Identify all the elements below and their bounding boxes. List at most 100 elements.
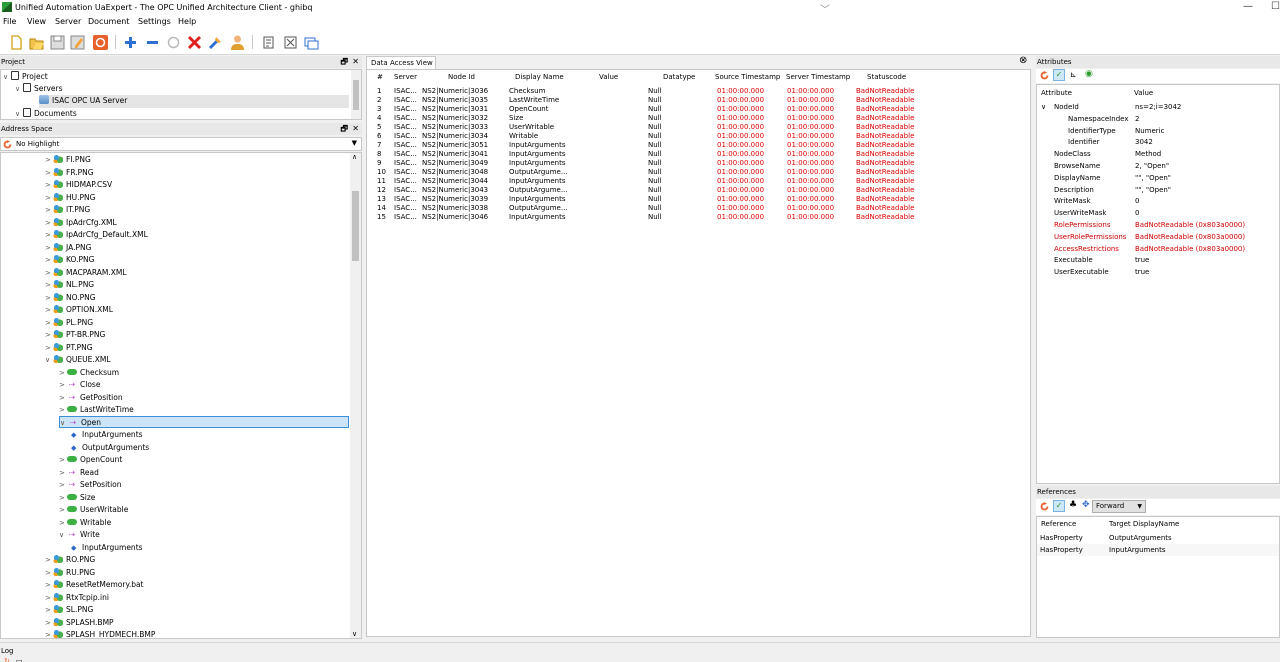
user-icon[interactable]: [229, 34, 246, 51]
refresh-icon[interactable]: ↻: [4, 657, 10, 662]
menu-settings[interactable]: Settings: [138, 17, 171, 26]
tree-item[interactable]: > OPTION.XML: [45, 304, 113, 317]
tree-item[interactable]: > PL.PNG: [45, 316, 93, 330]
collapse-icon[interactable]: ∨: [1041, 101, 1046, 113]
check-icon[interactable]: ✓: [1053, 500, 1065, 512]
refresh-icon[interactable]: [1040, 502, 1049, 511]
float-icon[interactable]: 🗗: [340, 56, 348, 68]
scrollbar-thumb[interactable]: [352, 191, 359, 261]
remove-icon[interactable]: [144, 34, 161, 51]
attribute-row[interactable]: IdentifierType Numeric: [1037, 125, 1279, 137]
close-tab-icon[interactable]: ⊗: [1019, 55, 1027, 66]
attribute-row[interactable]: BrowseName 2, "Open": [1037, 160, 1279, 172]
scroll-down-icon[interactable]: ∨: [352, 630, 357, 638]
tree-item[interactable]: > ⇢ SetPosition: [59, 479, 122, 492]
tree-item[interactable]: > KO.PNG: [45, 254, 94, 267]
expand-icon[interactable]: >: [45, 604, 53, 617]
collapse-icon[interactable]: ∨: [15, 108, 23, 119]
expand-icon[interactable]: >: [45, 592, 53, 605]
node-icon[interactable]: ⊾: [1070, 70, 1077, 79]
table-row[interactable]: 13 ISAC... NS2|Numeric|3039 InputArguments N…: [367, 195, 1030, 204]
tree-item[interactable]: > RU.PNG: [45, 566, 95, 580]
tree-item[interactable]: ∨ ⇢ Write: [59, 529, 100, 542]
menu-file[interactable]: File: [3, 17, 16, 26]
tree-item[interactable]: > MACPARAM.XML: [45, 266, 127, 280]
tree-item[interactable]: > IT.PNG: [45, 204, 90, 217]
col-header-datatype[interactable]: Datatype: [663, 73, 695, 81]
refresh-icon[interactable]: [1040, 71, 1049, 80]
expand-icon[interactable]: >: [45, 204, 53, 217]
table-row[interactable]: 12 ISAC... NS2|Numeric|3043 OutputArgume...…: [367, 186, 1030, 195]
tree-item[interactable]: > IpAdrCfg_Default.XML: [45, 229, 148, 242]
collapse-icon[interactable]: ∨: [15, 83, 23, 96]
expand-icon[interactable]: >: [45, 554, 53, 567]
expand-icon[interactable]: >: [45, 267, 53, 280]
hierarchy-icon[interactable]: ♣: [1069, 500, 1077, 510]
expand-icon[interactable]: >: [59, 379, 67, 392]
tree-item[interactable]: > UserWritable: [59, 504, 128, 517]
collapse-icon[interactable]: ∨: [3, 71, 11, 84]
tree-item[interactable]: ∨ ⇢ Open: [59, 415, 349, 428]
close-document-icon[interactable]: [282, 34, 299, 51]
expand-icon[interactable]: >: [45, 329, 53, 342]
table-row[interactable]: HasProperty OutputArguments: [1037, 532, 1279, 544]
open-project-icon[interactable]: [28, 34, 45, 51]
expand-icon[interactable]: >: [59, 467, 67, 480]
table-row[interactable]: 1 ISAC... NS2|Numeric|3036 Checksum Null 01:0…: [367, 87, 1030, 96]
tree-item[interactable]: > HU.PNG: [45, 191, 95, 205]
col-header-server[interactable]: Server: [394, 73, 417, 81]
tree-item[interactable]: > FR.PNG: [45, 166, 94, 180]
attribute-row[interactable]: ∨ NodeId ns=2;i=3042: [1037, 101, 1279, 113]
expand-icon[interactable]: >: [59, 454, 67, 467]
save-as-icon[interactable]: [69, 34, 86, 51]
table-row[interactable]: 3 ISAC... NS2|Numeric|3031 OpenCount Null 01:…: [367, 105, 1030, 114]
col-header-value[interactable]: Value: [599, 73, 618, 81]
expand-icon[interactable]: >: [45, 217, 53, 230]
col-header-target[interactable]: Target DisplayName: [1109, 520, 1179, 528]
tree-item[interactable]: ◆ OutputArguments: [71, 442, 149, 455]
browse-icon[interactable]: ✥: [1082, 500, 1090, 510]
expand-icon[interactable]: >: [59, 392, 67, 405]
add-icon[interactable]: [122, 34, 139, 51]
dropdown-arrow-icon[interactable]: ▼: [1137, 501, 1142, 512]
tree-item[interactable]: > ResetRetMemory.bat: [45, 579, 144, 592]
expand-icon[interactable]: >: [45, 304, 53, 317]
attribute-row[interactable]: Executable true: [1037, 254, 1279, 266]
col-header-display-name[interactable]: Display Name: [515, 73, 564, 81]
expand-icon[interactable]: >: [45, 154, 53, 167]
expand-icon[interactable]: >: [59, 479, 67, 492]
collapse-icon[interactable]: ∨: [59, 529, 67, 542]
expand-icon[interactable]: >: [45, 317, 53, 330]
tree-item-project[interactable]: ∨ Project: [3, 71, 48, 84]
expand-icon[interactable]: >: [45, 292, 53, 305]
table-row[interactable]: 7 ISAC... NS2|Numeric|3051 InputArguments Nu…: [367, 141, 1030, 150]
tree-item[interactable]: > IpAdrCfg.XML: [45, 216, 117, 230]
attribute-row[interactable]: Description "", "Open": [1037, 184, 1279, 196]
tree-item[interactable]: > Size: [59, 492, 95, 505]
refresh-icon[interactable]: [3, 140, 12, 149]
direction-select[interactable]: Forward ▼: [1092, 500, 1146, 513]
close-icon[interactable]: ✕: [352, 56, 359, 68]
expand-icon[interactable]: >: [45, 279, 53, 292]
tree-item[interactable]: > Checksum: [59, 367, 119, 380]
attribute-row[interactable]: NodeClass Method: [1037, 148, 1279, 160]
close-icon[interactable]: ✕: [352, 123, 359, 135]
tab-data-access-view[interactable]: Data Access View: [366, 56, 436, 69]
menu-document[interactable]: Document: [88, 17, 129, 26]
tree-item[interactable]: ◆ InputArguments: [71, 542, 143, 555]
expand-icon[interactable]: >: [59, 492, 67, 505]
scrollbar[interactable]: [351, 70, 361, 119]
save-icon[interactable]: [49, 34, 66, 51]
table-row[interactable]: 10 ISAC... NS2|Numeric|3048 OutputArgume...…: [367, 168, 1030, 177]
col-header-index[interactable]: #: [377, 73, 383, 81]
connect-icon[interactable]: [165, 34, 182, 51]
table-row[interactable]: 11 ISAC... NS2|Numeric|3044 InputArguments N…: [367, 177, 1030, 186]
delete-icon[interactable]: [186, 34, 203, 51]
menu-server[interactable]: Server: [55, 17, 81, 26]
tree-item[interactable]: > PT.PNG: [45, 341, 93, 355]
tree-item-server[interactable]: ISAC OPC UA Server: [39, 95, 349, 108]
stop-icon[interactable]: [92, 34, 109, 51]
tree-item[interactable]: > NL.PNG: [45, 279, 94, 292]
tree-item[interactable]: > ⇢ Close: [59, 379, 100, 392]
collapse-icon[interactable]: ∨: [45, 354, 53, 367]
